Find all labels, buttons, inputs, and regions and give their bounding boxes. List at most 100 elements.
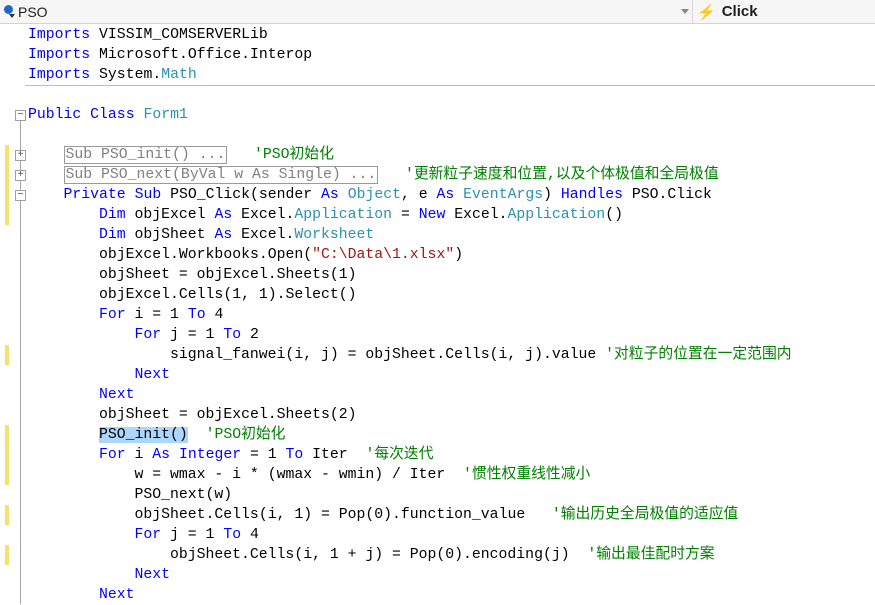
comment: 'PSO初始化 [205,427,286,443]
code-line[interactable]: PSO_next(w) [0,485,875,505]
comment: '每次迭代 [365,447,434,463]
keyword: Next [99,587,135,603]
code-line[interactable]: Private Sub PSO_Click(sender As Object, … [0,185,875,205]
code-text: Imports Microsoft.Office.Interop [28,45,312,65]
keyword: For [99,307,126,323]
code-text: For j = 1 To 2 [135,325,259,345]
code-token: 4 [205,307,224,323]
code-line[interactable]: Public Class Form1 [0,105,875,125]
comment: '对粒子的位置在一定范围内 [605,347,792,363]
code-text: Public Class Form1 [28,105,188,125]
code-line[interactable]: Next [0,385,875,405]
collapsed-region[interactable]: Sub PSO_init() ... [63,146,228,164]
code-text: objExcel.Workbooks.Open("C:\Data\1.xlsx"… [99,245,463,265]
code-line[interactable]: objExcel.Workbooks.Open("C:\Data\1.xlsx"… [0,245,875,265]
type-name: EventArgs [463,187,544,203]
code-line[interactable]: objSheet.Cells(i, 1) = Pop(0).function_v… [0,505,875,525]
code-text: w = wmax - i * (wmax - wmin) / Iter '惯性权… [135,465,591,485]
code-line[interactable]: Imports System.Math [0,65,875,85]
code-token: PSO_next(w) [134,487,233,503]
keyword: Integer [178,447,242,463]
code-token: VISSIM_COMSERVERLib [90,27,268,43]
keyword: To [223,527,242,543]
keyword: Dim [99,207,126,223]
code-line[interactable]: Sub PSO_next(ByVal w As Single) ... '更新粒… [0,165,875,185]
keyword: To [223,327,242,343]
comment: '更新粒子速度和位置,以及个体极值和全局极值 [404,167,719,183]
code-token: objSheet = objExcel.Sheets(1) [99,267,357,283]
code-line[interactable]: signal_fanwei(i, j) = objSheet.Cells(i, … [0,345,875,365]
keyword: Imports [28,67,91,83]
code-text: Imports VISSIM_COMSERVERLib [28,25,268,45]
code-line[interactable]: objSheet = objExcel.Sheets(1) [0,265,875,285]
type-name: Object [347,187,401,203]
keyword: To [285,447,304,463]
code-line[interactable]: objSheet.Cells(i, 1 + j) = Pop(0).encodi… [0,545,875,565]
navigation-bar: PSO ⚡ Click [0,0,875,24]
code-token: PSO_Click(sender [161,187,322,203]
code-line[interactable]: Next [0,585,875,605]
keyword: Dim [99,227,126,243]
keyword: As [214,207,233,223]
code-line[interactable]: Sub PSO_init() ... 'PSO初始化 [0,145,875,165]
code-text: Next [99,585,135,605]
code-text: Sub PSO_init() ... 'PSO初始化 [63,145,334,165]
code-token: i [125,447,153,463]
code-token: PSO.Click [623,187,712,203]
code-text: objSheet.Cells(i, 1 + j) = Pop(0).encodi… [170,545,715,565]
collapsed-region[interactable]: Sub PSO_next(ByVal w As Single) ... [63,166,379,184]
code-text: objSheet = objExcel.Sheets(2) [99,405,357,425]
keyword: Next [134,367,171,383]
keyword: Next [99,387,135,403]
code-line[interactable]: objSheet = objExcel.Sheets(2) [0,405,875,425]
code-line[interactable]: For i = 1 To 4 [0,305,875,325]
code-line[interactable]: PSO_init() 'PSO初始化 [0,425,875,445]
keyword: Imports [28,47,91,63]
code-token: objExcel.Cells(1, 1).Select() [99,287,357,303]
code-token: objExcel [125,207,215,223]
chevron-down-icon[interactable] [681,9,689,14]
keyword: For [134,327,162,343]
keyword: New [418,207,446,223]
code-text: objExcel.Cells(1, 1).Select() [99,285,357,305]
code-line[interactable]: w = wmax - i * (wmax - wmin) / Iter '惯性权… [0,465,875,485]
code-line[interactable]: Next [0,565,875,585]
code-token: , e [400,187,437,203]
code-editor[interactable]: − + + − Imports VISSIM_COMSERVERLib Imports M… [0,24,875,604]
keyword: Private [63,187,126,203]
code-line[interactable]: Dim objSheet As Excel.Worksheet [0,225,875,245]
code-line[interactable]: Imports VISSIM_COMSERVERLib [0,25,875,45]
code-line[interactable]: Next [0,365,875,385]
code-text: Next [135,565,171,585]
type-name: Worksheet [294,227,375,243]
code-line[interactable]: Imports Microsoft.Office.Interop [0,45,875,65]
code-line[interactable]: objExcel.Cells(1, 1).Select() [0,285,875,305]
code-line[interactable]: For j = 1 To 4 [0,525,875,545]
code-token: = 1 [241,447,286,463]
code-text: Next [135,365,171,385]
class-dropdown[interactable]: PSO [0,0,693,23]
keyword: Class [90,107,135,123]
code-line[interactable]: For i As Integer = 1 To Iter '每次迭代 [0,445,875,465]
comment: '输出最佳配时方案 [587,547,715,563]
keyword: Sub [134,187,162,203]
code-token: Excel. [232,207,295,223]
keyword: To [187,307,206,323]
code-token: 2 [241,327,259,343]
keyword: Handles [560,187,624,203]
code-line[interactable]: For j = 1 To 2 [0,325,875,345]
code-text: objSheet.Cells(i, 1) = Pop(0).function_v… [135,505,739,525]
code-text: Next [99,385,135,405]
code-text: For i As Integer = 1 To Iter '每次迭代 [99,445,434,465]
code-text: objSheet = objExcel.Sheets(1) [99,265,357,285]
code-token: () [605,207,623,223]
code-line[interactable]: Dim objExcel As Excel.Application = New … [0,205,875,225]
method-dropdown[interactable]: ⚡ Click [693,0,875,23]
type-name: Application [294,207,393,223]
comment: 'PSO初始化 [253,147,334,163]
